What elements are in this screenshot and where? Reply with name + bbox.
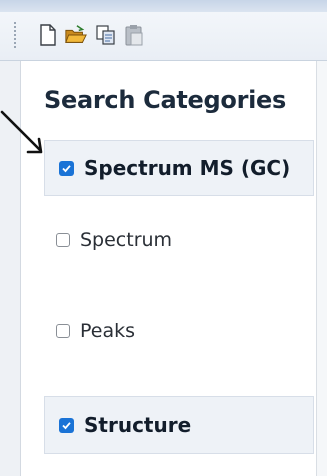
app-window: Search Categories Spectrum MS (GC) Spect… <box>0 0 327 476</box>
annotation-arrow-icon <box>0 110 43 154</box>
